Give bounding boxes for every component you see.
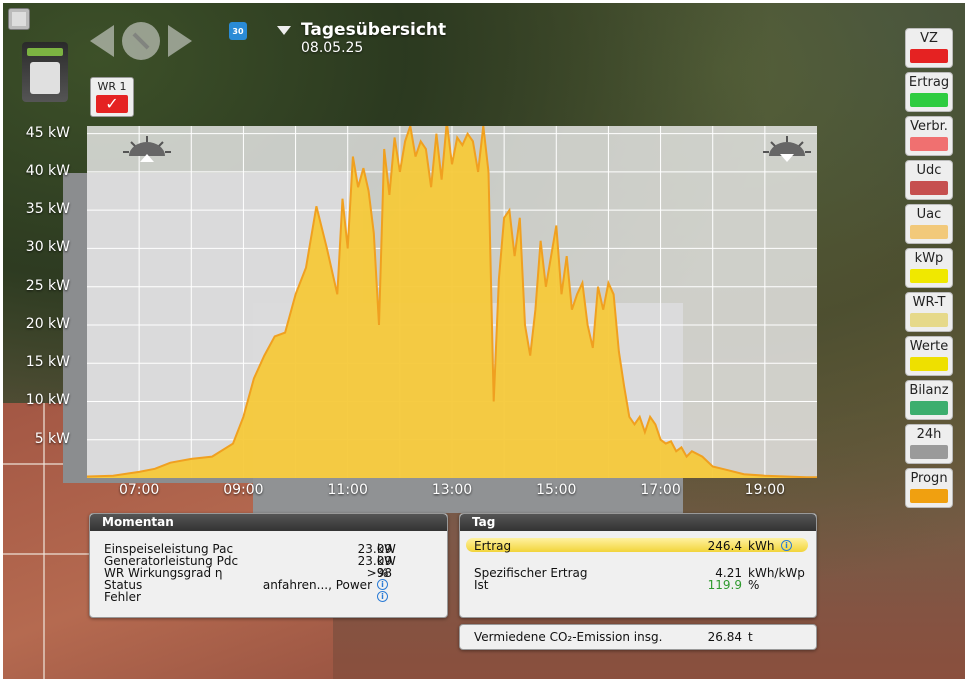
x-tick-label: 09:00: [223, 482, 264, 498]
co2-unit: t: [748, 630, 753, 644]
series-toggle-button[interactable]: Verbr.: [905, 116, 953, 156]
ertrag-unit: kWh: [748, 539, 775, 553]
series-color-swatch: [910, 181, 948, 195]
fehler-info-icon[interactable]: i: [377, 591, 388, 602]
series-toggle-button[interactable]: kWp: [905, 248, 953, 288]
series-toggle-label: Verbr.: [910, 119, 948, 134]
series-color-swatch: [910, 93, 948, 107]
series-toggle-label: Progn: [910, 471, 948, 486]
search-zoom-icon[interactable]: [122, 22, 160, 60]
momentan-title: Momentan: [90, 514, 447, 531]
momentan-row-fehler-label: Fehler: [104, 590, 141, 604]
series-toggle-button[interactable]: VZ: [905, 28, 953, 68]
inverter-toggle-wr1[interactable]: WR 1 ✓: [90, 77, 134, 117]
series-toggle-button[interactable]: Progn: [905, 468, 953, 508]
series-toggle-button[interactable]: Ertrag: [905, 72, 953, 112]
ist-unit: %: [748, 578, 760, 592]
inverter-device-icon: [22, 42, 68, 102]
momentan-panel: Momentan Einspeiseleistung Pac 23.09 kW …: [89, 513, 448, 618]
y-tick-label: 35 kW: [25, 201, 70, 218]
calendar-icon[interactable]: 30: [229, 22, 247, 40]
series-color-swatch: [910, 489, 948, 503]
window-toggle-button[interactable]: [8, 8, 30, 30]
view-dropdown-arrow-icon[interactable]: [277, 26, 291, 35]
ertrag-label: Ertrag: [474, 539, 512, 553]
ertrag-info-icon[interactable]: i: [781, 540, 792, 551]
y-tick-label: 15 kW: [25, 354, 70, 371]
status-info-icon[interactable]: i: [377, 579, 388, 590]
series-toggle-button[interactable]: Udc: [905, 160, 953, 200]
x-tick-label: 11:00: [327, 482, 368, 498]
x-tick-label: 07:00: [118, 482, 160, 498]
series-toggle-button[interactable]: Uac: [905, 204, 953, 244]
y-tick-label: 40 kW: [25, 162, 70, 179]
momentan-row-eta-unit: %: [377, 566, 389, 580]
y-tick-label: 10 kW: [25, 392, 70, 409]
series-toggle-label: VZ: [920, 31, 938, 46]
checkmark-icon: ✓: [96, 95, 128, 113]
series-color-swatch: [910, 137, 948, 151]
series-color-swatch: [910, 313, 948, 327]
series-toggle-button[interactable]: 24h: [905, 424, 953, 464]
y-tick-label: 45 kW: [25, 124, 70, 141]
page-title: Tagesübersicht: [301, 20, 447, 40]
y-tick-label: 5 kW: [34, 430, 70, 447]
series-color-swatch: [910, 269, 948, 283]
series-toggle-label: Bilanz: [909, 383, 949, 398]
x-tick-label: 17:00: [640, 482, 681, 498]
y-tick-label: 25 kW: [25, 277, 70, 294]
previous-day-arrow-icon[interactable]: [90, 25, 114, 57]
series-toggle-label: Udc: [916, 163, 942, 178]
co2-label: Vermiedene CO₂-Emission insg.: [474, 630, 663, 644]
tag-panel: Tag Ertrag 246.4 kWh i Spezifischer Ertr…: [459, 513, 817, 618]
co2-panel: Vermiedene CO₂-Emission insg. 26.84 t: [459, 624, 817, 650]
series-toggle-label: Uac: [916, 207, 942, 222]
x-tick-label: 19:00: [744, 482, 786, 498]
ist-value: 119.9: [707, 578, 742, 592]
x-tick-label: 15:00: [536, 482, 577, 498]
series-color-swatch: [910, 225, 948, 239]
series-toggle-button[interactable]: Bilanz: [905, 380, 953, 420]
ertrag-value: 246.4: [707, 539, 742, 553]
next-day-arrow-icon[interactable]: [168, 25, 192, 57]
series-toggle-button[interactable]: Werte: [905, 336, 953, 376]
series-toggle-label: Ertrag: [908, 75, 950, 90]
series-toggle-button[interactable]: WR-T: [905, 292, 953, 332]
series-toggle-label: Werte: [909, 339, 949, 354]
power-chart: [87, 126, 817, 478]
series-color-swatch: [910, 401, 948, 415]
series-color-swatch: [910, 445, 948, 459]
page-date: 08.05.25: [301, 40, 364, 56]
spez-label: Spezifischer Ertrag: [474, 566, 588, 580]
momentan-row-status-value: anfahren..., Power: [262, 578, 372, 592]
y-tick-label: 20 kW: [25, 315, 70, 332]
y-tick-label: 30 kW: [25, 239, 70, 256]
ist-label: Ist: [474, 578, 489, 592]
co2-value: 26.84: [707, 630, 742, 644]
series-toggle-label: WR-T: [912, 295, 946, 310]
inverter-label: WR 1: [97, 80, 127, 93]
series-color-swatch: [910, 49, 948, 63]
tag-title: Tag: [460, 514, 816, 531]
series-toggle-label: 24h: [916, 427, 942, 442]
series-toggle-label: kWp: [914, 251, 944, 266]
x-tick-label: 13:00: [431, 482, 473, 498]
series-color-swatch: [910, 357, 948, 371]
